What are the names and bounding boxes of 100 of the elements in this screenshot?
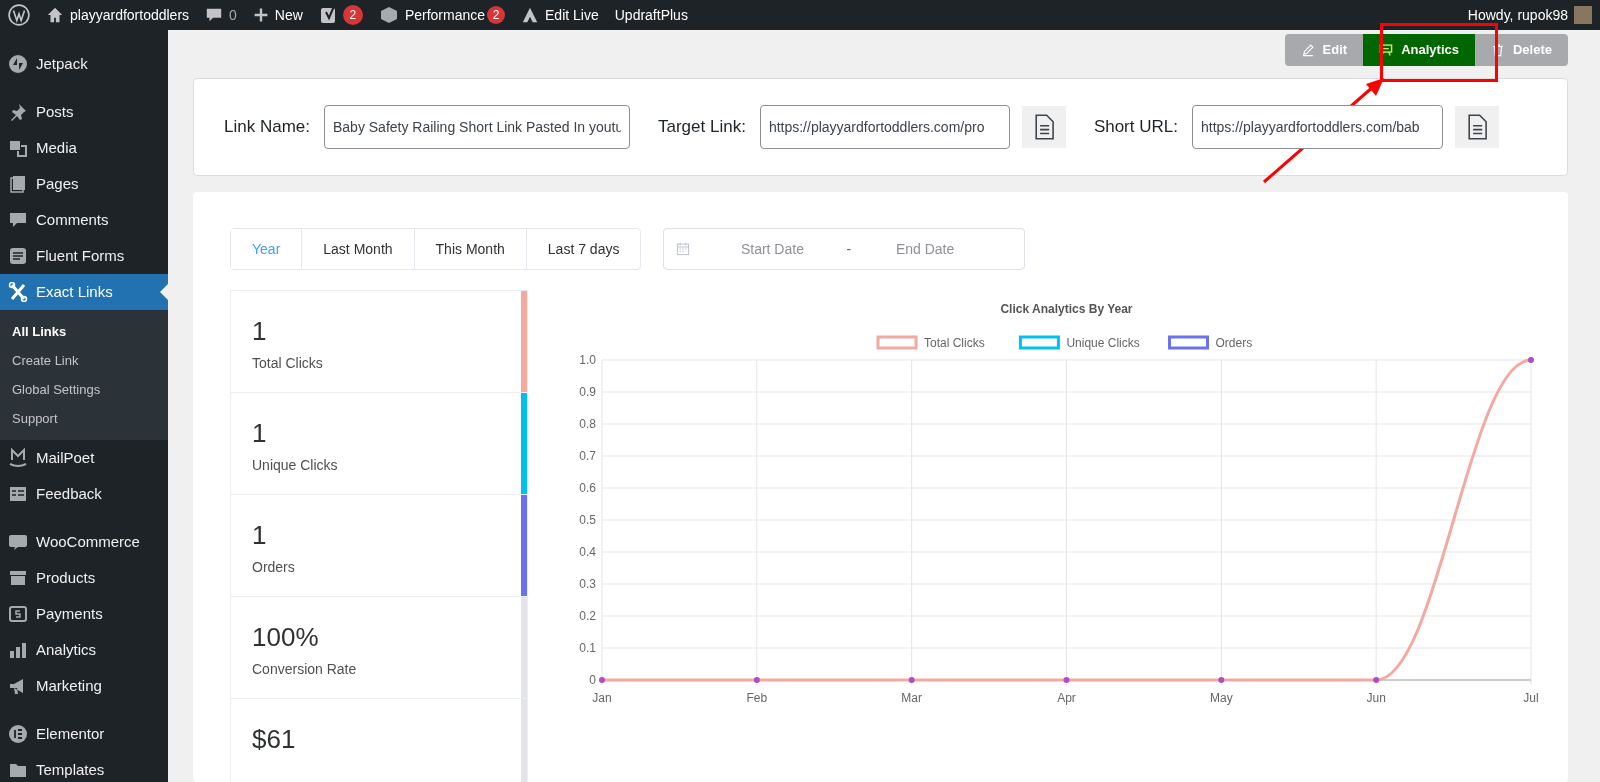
y-tick-label: 1.0 (579, 353, 596, 367)
stat-value: 100% (252, 621, 320, 653)
y-tick-label: 0.8 (579, 417, 596, 431)
submenu-item[interactable]: Create Link (0, 346, 168, 375)
feedback-icon (8, 484, 28, 504)
field-label: Target Link: (658, 116, 746, 139)
data-point (908, 677, 915, 683)
sidebar-item[interactable]: Payments (0, 596, 168, 632)
avatar (1574, 6, 1592, 24)
site-name-link[interactable]: playyardfortoddlers (70, 4, 190, 26)
y-tick-label: 0.2 (579, 609, 596, 623)
y-tick-label: 0.3 (579, 577, 596, 591)
sidebar-item[interactable]: Products (0, 560, 168, 596)
sidebar-item[interactable]: Posts (0, 94, 168, 130)
submenu-item[interactable]: Support (0, 404, 168, 433)
period-tab[interactable]: Last 7 days (525, 229, 641, 269)
x-tick-label: Jan (592, 691, 612, 705)
data-point (1218, 677, 1225, 683)
archive-box-icon (8, 568, 28, 588)
new-link[interactable]: New (274, 4, 303, 26)
pencil-icon (1300, 43, 1315, 57)
x-tick-label: Jul (1523, 691, 1539, 705)
sidebar-item[interactable]: Jetpack (0, 46, 168, 82)
trash-icon (1490, 43, 1505, 57)
stat-value: 1 (252, 417, 268, 449)
y-tick-label: 0.1 (579, 641, 596, 655)
media-icon (8, 138, 28, 158)
field-label: Short URL: (1093, 116, 1178, 139)
stat-value: $61 (252, 723, 297, 755)
sidebar-item[interactable]: Comments (0, 202, 168, 238)
legend-label: Unique Clicks (1066, 336, 1140, 350)
updraftplus-link[interactable]: UpdraftPlus (614, 4, 688, 26)
sidebar-item[interactable]: Exact Links (0, 274, 168, 310)
sidebar-item[interactable]: WooCommerce (0, 524, 168, 560)
plus-icon (252, 7, 269, 23)
data-point (753, 677, 760, 683)
copy-button[interactable] (1454, 106, 1499, 148)
stat-value: 1 (252, 315, 268, 347)
current-menu-pointer (160, 284, 168, 300)
y-tick-label: 0.5 (579, 513, 596, 527)
chart-title: Click Analytics By Year (1000, 302, 1133, 316)
y-tick-label: 0 (589, 673, 596, 687)
period-tab[interactable]: This Month (413, 229, 526, 269)
pages-icon (8, 174, 28, 194)
notification-count: 2 (342, 5, 363, 25)
period-tab[interactable]: Last Month (301, 229, 414, 269)
edit-live-link[interactable]: Edit Live (545, 4, 599, 26)
text-field[interactable]: https://playyardfortoddlers.com/pro (759, 105, 1010, 149)
comment-count[interactable]: 0 (229, 4, 237, 26)
y-tick-label: 0.9 (579, 385, 596, 399)
data-point (1528, 357, 1534, 363)
sidebar-item[interactable]: Templates (0, 752, 168, 782)
data-point (599, 677, 605, 683)
x-tick-label: Jun (1366, 691, 1386, 705)
user-greeting[interactable]: Howdy, rupok98 (1467, 4, 1568, 26)
sidebar-item[interactable]: Analytics (0, 632, 168, 668)
stat-label: Unique Clicks (252, 456, 339, 475)
legend-label: Orders (1215, 336, 1253, 350)
x-tick-label: Mar (901, 691, 922, 705)
sidebar-item[interactable]: Fluent Forms (0, 238, 168, 274)
legend-item[interactable]: Unique Clicks (1018, 335, 1140, 350)
legend-label: Total Clicks (924, 336, 985, 350)
notification-count: 2 (487, 6, 506, 24)
speech-bubble-icon (8, 210, 28, 230)
end-date-field[interactable]: End Date (855, 238, 996, 260)
sidebar-item[interactable]: Pages (0, 166, 168, 202)
y-tick-label: 0.6 (579, 481, 596, 495)
y-tick-label: 0.7 (579, 449, 596, 463)
stat-value: 1 (252, 519, 268, 551)
text-field[interactable]: https://playyardfortoddlers.com/bab (1191, 105, 1443, 149)
dollar-icon (8, 604, 28, 624)
calendar-icon (676, 242, 691, 256)
range-separator: - (845, 239, 853, 259)
action-button[interactable]: Analytics (1363, 34, 1475, 66)
legend-item[interactable]: Orders (1168, 335, 1253, 350)
x-tick-label: Feb (746, 691, 768, 705)
submenu-item[interactable]: Global Settings (0, 375, 168, 404)
start-date-field[interactable]: Start Date (702, 238, 843, 260)
x-tick-label: May (1210, 691, 1233, 705)
cube-icon (378, 5, 399, 25)
sidebar-item[interactable]: MailPoet (0, 440, 168, 476)
sidebar-item[interactable]: Marketing (0, 668, 168, 704)
sidebar-item[interactable]: Elementor (0, 716, 168, 752)
mountain-icon (521, 6, 540, 24)
submenu-item[interactable]: All Links (0, 317, 168, 346)
stat-label: Total Clicks (252, 354, 324, 373)
stat-label: Conversion Rate (252, 660, 358, 679)
sidebar-item[interactable]: Media (0, 130, 168, 166)
bar-chart-icon (8, 640, 28, 660)
home-icon (46, 6, 64, 24)
links-icon (8, 282, 28, 302)
legend-item[interactable]: Total Clicks (876, 335, 985, 350)
copy-button[interactable] (1021, 106, 1066, 148)
forms-icon (8, 246, 28, 266)
field-label: Link Name: (224, 116, 310, 139)
sidebar-item[interactable]: Feedback (0, 476, 168, 512)
performance-link[interactable]: Performance (404, 4, 486, 26)
stat-label: Orders (252, 558, 296, 577)
data-point (1373, 677, 1380, 683)
data-point (1063, 677, 1070, 683)
